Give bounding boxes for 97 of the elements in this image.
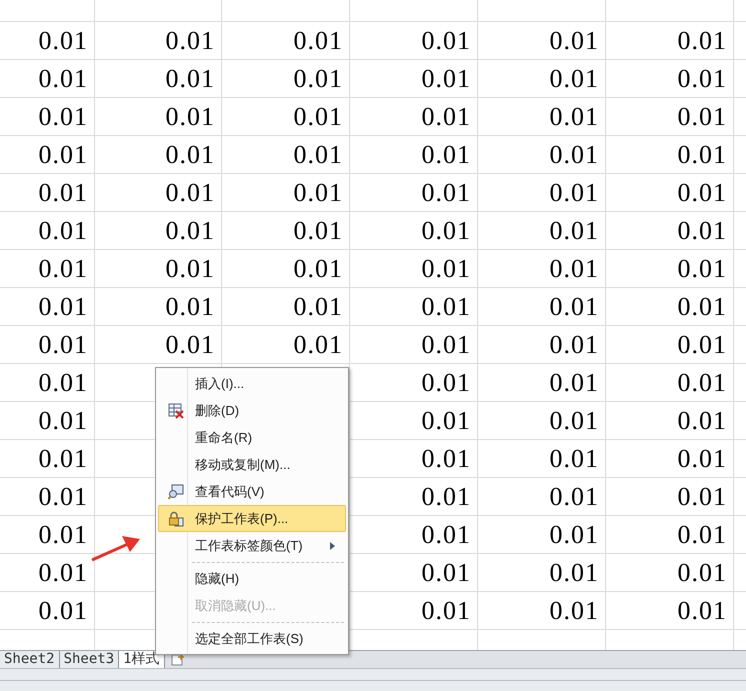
table-cell: 0.01 xyxy=(294,256,343,282)
table-cell: 0.01 xyxy=(678,294,727,320)
table-cell: 0.01 xyxy=(678,28,727,54)
table-cell: 0.01 xyxy=(38,66,88,92)
table-cell: 0.01 xyxy=(678,484,727,510)
table-cell: 0.01 xyxy=(294,28,343,54)
sheet-tab[interactable]: Sheet2 xyxy=(0,651,60,668)
menu-item[interactable]: 查看代码(V) xyxy=(158,478,346,505)
table-cell: 0.01 xyxy=(422,180,471,206)
table-cell: 0.01 xyxy=(38,522,88,548)
table-cell: 0.01 xyxy=(294,332,343,358)
table-cell: 0.01 xyxy=(38,370,88,396)
table-cell: 0.01 xyxy=(422,484,471,510)
table-cell: 0.01 xyxy=(422,522,471,548)
table-cell: 0.01 xyxy=(38,408,88,434)
menu-item[interactable]: 插入(I)... xyxy=(158,370,346,397)
table-cell: 0.01 xyxy=(38,104,88,130)
table-cell: 0.01 xyxy=(678,66,727,92)
table-cell: 0.01 xyxy=(294,104,343,130)
table-cell: 0.01 xyxy=(550,256,599,282)
table-cell: 0.01 xyxy=(550,560,599,586)
sheet-tab[interactable]: Sheet3 xyxy=(60,651,120,668)
table-cell: 0.01 xyxy=(550,332,599,358)
table-cell: 0.01 xyxy=(550,446,599,472)
table-cell: 0.01 xyxy=(550,66,599,92)
table-cell: 0.01 xyxy=(294,180,343,206)
table-cell: 0.01 xyxy=(38,560,88,586)
table-cell: 0.01 xyxy=(678,370,727,396)
table-cell: 0.01 xyxy=(422,66,471,92)
table-cell: 0.01 xyxy=(422,370,471,396)
table-cell: 0.01 xyxy=(422,408,471,434)
table-cell: 0.01 xyxy=(550,104,599,130)
add-sheet-icon[interactable] xyxy=(170,653,185,667)
table-cell: 0.01 xyxy=(294,142,343,168)
table-cell: 0.01 xyxy=(166,218,215,244)
table-cell: 0.01 xyxy=(550,522,599,548)
table-cell: 0.01 xyxy=(550,218,599,244)
table-cell: 0.01 xyxy=(294,66,343,92)
table-cell: 0.01 xyxy=(38,484,88,510)
table-cell: 0.01 xyxy=(678,522,727,548)
table-cell: 0.01 xyxy=(38,294,88,320)
table-cell: 0.01 xyxy=(550,294,599,320)
table-cell: 0.01 xyxy=(550,142,599,168)
table-cell: 0.01 xyxy=(422,598,471,624)
table-cell: 0.01 xyxy=(38,28,88,54)
table-cell: 0.01 xyxy=(422,294,471,320)
table-cell: 0.01 xyxy=(678,598,727,624)
table-cell: 0.01 xyxy=(422,218,471,244)
table-cell: 0.01 xyxy=(38,142,88,168)
table-cell: 0.01 xyxy=(550,408,599,434)
table-cell: 0.01 xyxy=(678,256,727,282)
table-cell: 0.01 xyxy=(166,332,215,358)
table-cell: 0.01 xyxy=(422,256,471,282)
table-cell: 0.01 xyxy=(38,446,88,472)
table-cell: 0.01 xyxy=(166,28,215,54)
table-cell: 0.01 xyxy=(422,28,471,54)
table-cell: 0.01 xyxy=(38,598,88,624)
table-cell: 0.01 xyxy=(38,180,88,206)
table-cell: 0.01 xyxy=(678,332,727,358)
table-cell: 0.01 xyxy=(294,294,343,320)
menu-item[interactable]: 移动或复制(M)... xyxy=(158,451,346,478)
table-cell: 0.01 xyxy=(38,218,88,244)
table-cell: 0.01 xyxy=(38,256,88,282)
menu-item[interactable]: 重命名(R) xyxy=(158,424,346,451)
table-cell: 0.01 xyxy=(550,370,599,396)
table-cell: 0.01 xyxy=(422,332,471,358)
table-cell: 0.01 xyxy=(678,560,727,586)
table-cell: 0.01 xyxy=(422,104,471,130)
table-cell: 0.01 xyxy=(166,66,215,92)
table-cell: 0.01 xyxy=(294,218,343,244)
table-cell: 0.01 xyxy=(422,560,471,586)
table-cell: 0.01 xyxy=(550,598,599,624)
delete-sheet-icon xyxy=(168,402,184,418)
menu-item[interactable]: 隐藏(H) xyxy=(158,565,346,592)
table-cell: 0.01 xyxy=(422,142,471,168)
lock-sheet-icon xyxy=(168,510,184,526)
table-cell: 0.01 xyxy=(166,180,215,206)
table-cell: 0.01 xyxy=(166,104,215,130)
table-cell: 0.01 xyxy=(678,218,727,244)
menu-item[interactable]: 工作表标签颜色(T) xyxy=(158,532,346,559)
table-cell: 0.01 xyxy=(678,104,727,130)
table-cell: 0.01 xyxy=(38,332,88,358)
table-cell: 0.01 xyxy=(678,142,727,168)
table-cell: 0.01 xyxy=(678,408,727,434)
table-cell: 0.01 xyxy=(678,446,727,472)
code-window-icon xyxy=(168,484,184,500)
table-cell: 0.01 xyxy=(166,256,215,282)
menu-item[interactable]: 保护工作表(P)... xyxy=(158,505,346,532)
table-cell: 0.01 xyxy=(550,180,599,206)
table-cell: 0.01 xyxy=(166,294,215,320)
table-cell: 0.01 xyxy=(678,180,727,206)
table-cell: 0.01 xyxy=(550,28,599,54)
menu-item[interactable]: 选定全部工作表(S) xyxy=(158,625,346,652)
table-cell: 0.01 xyxy=(550,484,599,510)
menu-item[interactable]: 删除(D) xyxy=(158,397,346,424)
table-cell: 0.01 xyxy=(166,142,215,168)
table-cell: 0.01 xyxy=(422,446,471,472)
